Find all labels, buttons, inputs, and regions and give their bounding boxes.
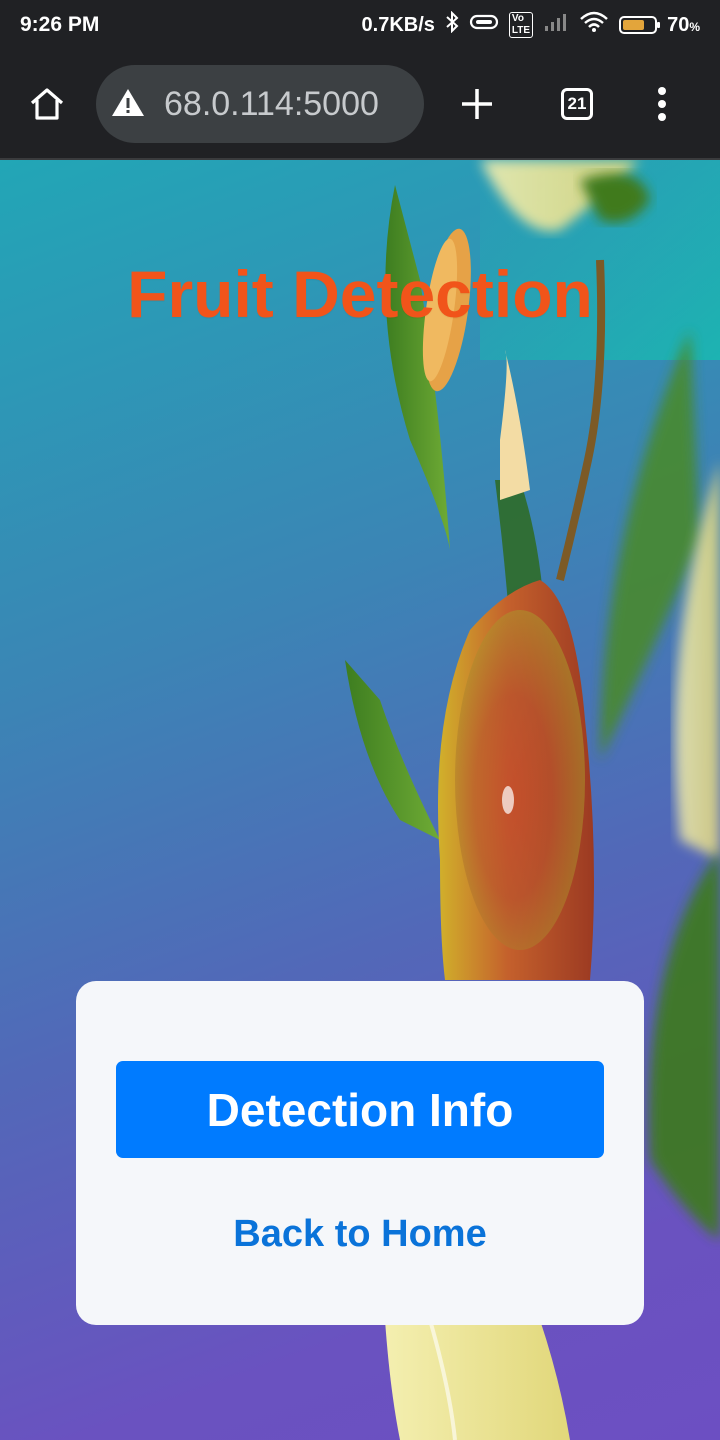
battery-icon	[619, 16, 661, 34]
warning-icon[interactable]	[110, 86, 146, 123]
wifi-icon	[579, 11, 609, 39]
network-speed: 0.7KB/s	[361, 13, 435, 36]
url-text[interactable]: 68.0.114:5000	[164, 85, 379, 124]
tabs-icon: 21	[561, 88, 593, 120]
back-to-home-link[interactable]: Back to Home	[76, 1213, 644, 1256]
more-vert-icon	[658, 87, 666, 121]
battery-percent: 70%	[667, 13, 700, 36]
status-bar: 9:26 PM 0.7KB/s Vo LTE 70%	[0, 0, 720, 50]
status-time: 9:26 PM	[20, 13, 100, 36]
home-icon	[30, 88, 64, 120]
detection-info-button[interactable]: Detection Info	[116, 1061, 604, 1158]
address-bar[interactable]: 68.0.114:5000	[96, 65, 424, 143]
web-page: Fruit Detection Detection Info Back to H…	[0, 160, 720, 1440]
more-options-button[interactable]	[642, 79, 682, 129]
bluetooth-icon	[445, 10, 459, 39]
browser-toolbar: 68.0.114:5000 21	[0, 50, 720, 160]
phone-screen: 9:26 PM 0.7KB/s Vo LTE 70% 68.0.114:5000…	[0, 0, 720, 1440]
vibrate-icon	[469, 12, 499, 38]
battery-level-fill	[623, 20, 645, 30]
volte-icon: Vo LTE	[508, 12, 534, 38]
home-button[interactable]	[22, 79, 72, 129]
page-title: Fruit Detection	[127, 257, 593, 331]
signal-icon	[543, 12, 569, 38]
tab-switcher-button[interactable]: 21	[552, 79, 602, 129]
new-tab-button[interactable]	[452, 79, 502, 129]
action-card: Detection Info Back to Home	[76, 981, 644, 1325]
status-icons: 0.7KB/s Vo LTE 70%	[361, 10, 700, 39]
plus-icon	[462, 89, 492, 119]
